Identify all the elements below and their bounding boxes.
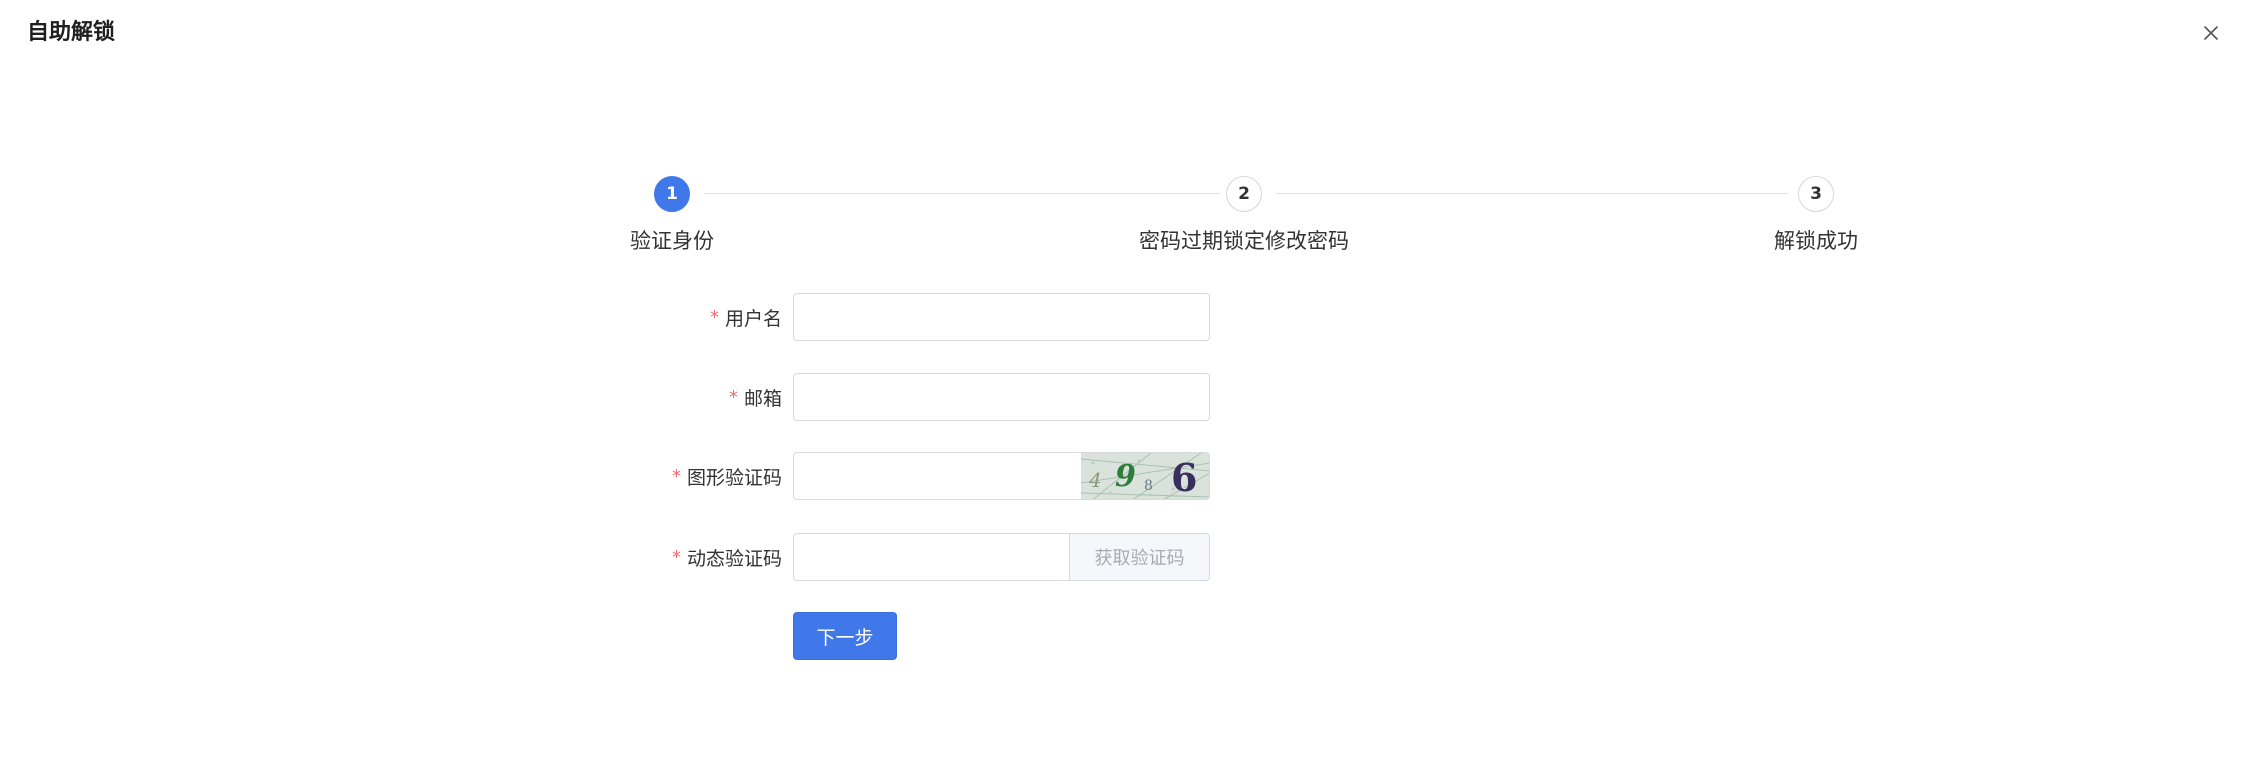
username-label-text: 用户名: [724, 307, 782, 330]
required-mark: *: [709, 306, 719, 328]
steps-progress: 1 2 3 验证身份 密码过期锁定修改密码 解锁成功: [0, 0, 2253, 260]
image-captcha-label-text: 图形验证码: [686, 466, 782, 489]
next-step-button[interactable]: 下一步: [793, 612, 897, 660]
required-mark: *: [728, 386, 738, 408]
image-captcha-row: * 图形验证码 4 9 8 6: [0, 452, 2253, 500]
sms-code-label: * 动态验证码: [600, 533, 782, 581]
step-connector: [704, 193, 1220, 194]
get-code-button[interactable]: 获取验证码: [1069, 533, 1210, 581]
sms-code-input[interactable]: [793, 533, 1070, 581]
required-mark: *: [671, 546, 681, 568]
email-input[interactable]: [793, 373, 1210, 421]
username-input[interactable]: [793, 293, 1210, 341]
step-3-label: 解锁成功: [1774, 229, 1858, 253]
step-2-indicator: 2: [1226, 176, 1262, 212]
sms-code-row: * 动态验证码 获取验证码: [0, 533, 2253, 581]
email-row: * 邮箱: [0, 373, 2253, 421]
email-label-text: 邮箱: [743, 387, 782, 410]
self-unlock-dialog: 自助解锁 1 2 3 验证身份 密码过期锁定修改密码 解锁成功 * 用户名 * …: [0, 0, 2253, 774]
email-label: * 邮箱: [600, 373, 782, 421]
required-mark: *: [671, 465, 681, 487]
step-3-indicator: 3: [1798, 176, 1834, 212]
captcha-char: 6: [1171, 455, 1197, 500]
captcha-char: 4: [1088, 468, 1102, 492]
captcha-image[interactable]: 4 9 8 6: [1081, 452, 1210, 500]
step-1-indicator: 1: [654, 176, 690, 212]
step-connector: [1276, 193, 1788, 194]
username-label: * 用户名: [600, 293, 782, 341]
sms-code-label-text: 动态验证码: [686, 547, 782, 570]
captcha-char: 8: [1144, 478, 1153, 494]
captcha-char: 9: [1115, 459, 1136, 494]
step-2-label: 密码过期锁定修改密码: [1139, 229, 1349, 253]
image-captcha-input[interactable]: [793, 452, 1082, 500]
image-captcha-label: * 图形验证码: [600, 452, 782, 500]
username-row: * 用户名: [0, 293, 2253, 341]
step-1-label: 验证身份: [630, 229, 714, 253]
